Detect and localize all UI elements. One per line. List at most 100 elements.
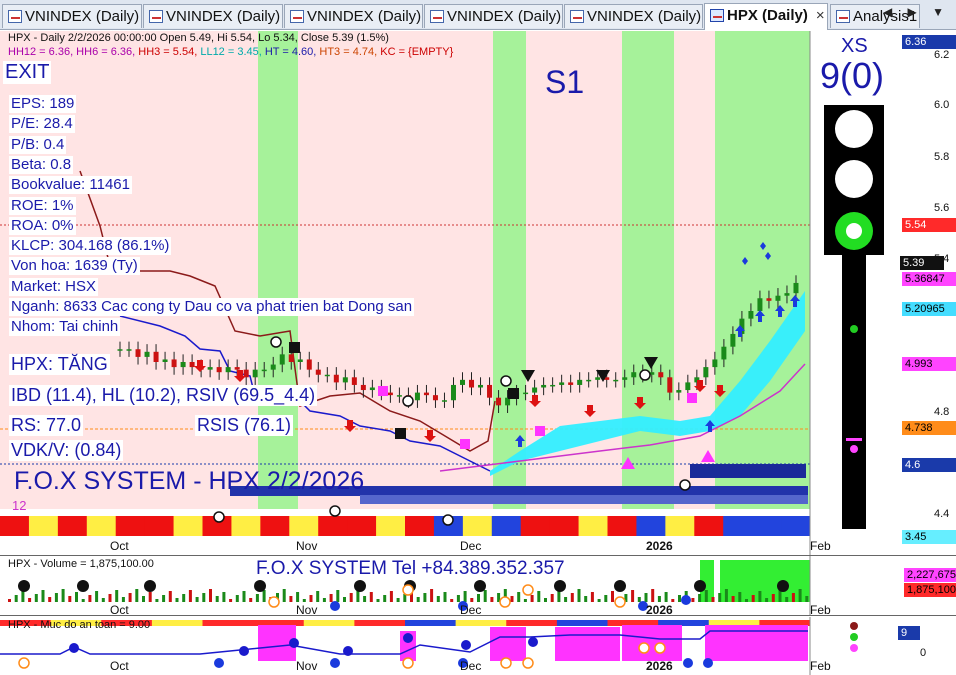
count-label: 12: [12, 498, 27, 513]
volume-bar: [691, 598, 695, 602]
volume-bar: [209, 589, 212, 602]
candle-body: [207, 367, 213, 370]
signal-circle-icon: [679, 479, 691, 491]
close-icon[interactable]: ×: [816, 7, 825, 24]
volume-bar: [168, 591, 172, 602]
volume-bar: [731, 596, 735, 602]
square-marker-icon: [535, 426, 545, 436]
strip-segment: [260, 516, 290, 536]
volume-bar: [369, 592, 373, 602]
info-line: ROE: 1%: [9, 196, 76, 215]
square-marker-icon: [508, 388, 519, 399]
info-line: Nganh: 8633 Cac cong ty Dau co va phat t…: [9, 298, 415, 316]
candle-body: [595, 377, 601, 380]
strip-segment: [115, 516, 146, 536]
strip-segment: [57, 516, 88, 536]
tab-vnindex-5[interactable]: VNINDEX (Daily): [564, 4, 703, 28]
safety-strip-segment: [556, 620, 608, 626]
candle-body: [261, 369, 267, 372]
volume-bar: [376, 599, 380, 602]
volume-bar: [202, 593, 206, 602]
strip-segment: [289, 516, 319, 536]
volume-bar: [21, 591, 25, 602]
info-line: Nhom: Tai chinh: [9, 318, 121, 337]
volume-bar: [456, 595, 460, 602]
volume-bar: [81, 599, 85, 602]
price-tag: 3.45: [902, 530, 956, 544]
month-label: Nov: [296, 539, 318, 553]
candle-body: [568, 382, 574, 385]
chart-icon: [290, 10, 304, 23]
volume-bar: [611, 591, 614, 602]
tab-hpx[interactable]: HPX (Daily) ×: [704, 3, 828, 30]
strip-segment: [578, 516, 608, 536]
candle-body: [478, 384, 484, 388]
volume-marker-icon: [402, 584, 414, 596]
tab-scroll-arrows[interactable]: ◀ ▶ ▼: [883, 5, 950, 19]
volume-bar: [570, 593, 574, 602]
square-marker-icon: [395, 428, 406, 439]
volume-bar: [724, 589, 728, 602]
volume-bar: [530, 595, 534, 602]
light-middle-icon: [835, 160, 873, 198]
price-axis-tick: 5.8: [934, 151, 950, 163]
volume-bar: [517, 592, 521, 602]
volume-bar: [48, 597, 52, 602]
safety-dot-icon: [289, 638, 299, 648]
volume-bar: [436, 596, 440, 602]
safety-dot-icon: [403, 633, 413, 643]
volume-pane[interactable]: HPX - Volume = 1,875,100.00 F.O.X SYSTEM…: [0, 556, 956, 616]
safety-marker-icon: [654, 642, 666, 654]
candle-body: [586, 379, 592, 382]
volume-bar: [336, 590, 340, 602]
info-line: Market: HSX: [9, 277, 99, 296]
volume-dot-icon: [254, 580, 266, 592]
volume-dot-icon: [614, 580, 626, 592]
safety-marker-icon: [638, 642, 650, 654]
volume-bar: [262, 590, 266, 602]
price-pane[interactable]: HPX - Daily 2/2/2026 00:00:00 Open 5.49,…: [0, 31, 956, 556]
volume-bar: [590, 592, 594, 602]
square-marker-icon: [687, 393, 697, 403]
candle-body: [487, 384, 493, 398]
tab-vnindex-3[interactable]: VNINDEX (Daily): [284, 4, 423, 28]
exit-label: EXIT: [3, 61, 52, 84]
candle-body: [279, 354, 285, 365]
info-line: KLCP: 304.168 (86.1%): [9, 237, 172, 256]
volume-avg-tag: 2,227,675: [904, 568, 956, 582]
volume-bar: [155, 599, 159, 602]
volume-bar: [604, 595, 608, 602]
month-label: Feb: [810, 603, 831, 616]
tab-vnindex-2[interactable]: VNINDEX (Daily): [143, 4, 283, 28]
volume-bar: [537, 591, 541, 602]
volume-bar: [296, 592, 300, 602]
month-label: Oct: [110, 603, 129, 616]
volume-bar: [671, 599, 675, 602]
volume-marker-icon: [614, 596, 626, 608]
volume-bar: [343, 597, 346, 602]
safety-zone: [622, 625, 682, 661]
safety-pane[interactable]: HPX - Muc do an toan = 9.00 9 0 Oct Nov De…: [0, 617, 956, 675]
tab-vnindex-1[interactable]: VNINDEX (Daily): [2, 4, 142, 28]
volume-bar: [34, 594, 38, 602]
tab-vnindex-4[interactable]: VNINDEX (Daily): [424, 4, 563, 28]
candle-body: [730, 333, 736, 347]
chart-icon: [8, 10, 22, 23]
volume-marker-icon: [522, 584, 534, 596]
volume-bar: [255, 594, 259, 602]
price-tag: 5.36847: [902, 272, 956, 286]
volume-bar: [182, 594, 186, 602]
vdk-label: VDK/V: (0.84): [9, 440, 124, 461]
volume-bar: [188, 590, 192, 602]
volume-marker-icon: [330, 601, 340, 611]
analysis-icon: [836, 10, 850, 23]
volume-bar: [229, 599, 233, 602]
volume-bar: [41, 590, 45, 602]
volume-bar: [443, 592, 447, 602]
candle-body: [631, 372, 637, 378]
chart-icon: [430, 10, 444, 23]
candle-body: [667, 377, 673, 393]
hh-item: HH12 = 6.36, HH6 = 6.36,: [8, 46, 139, 58]
volume-bar: [644, 593, 648, 602]
candle-body: [441, 400, 447, 402]
